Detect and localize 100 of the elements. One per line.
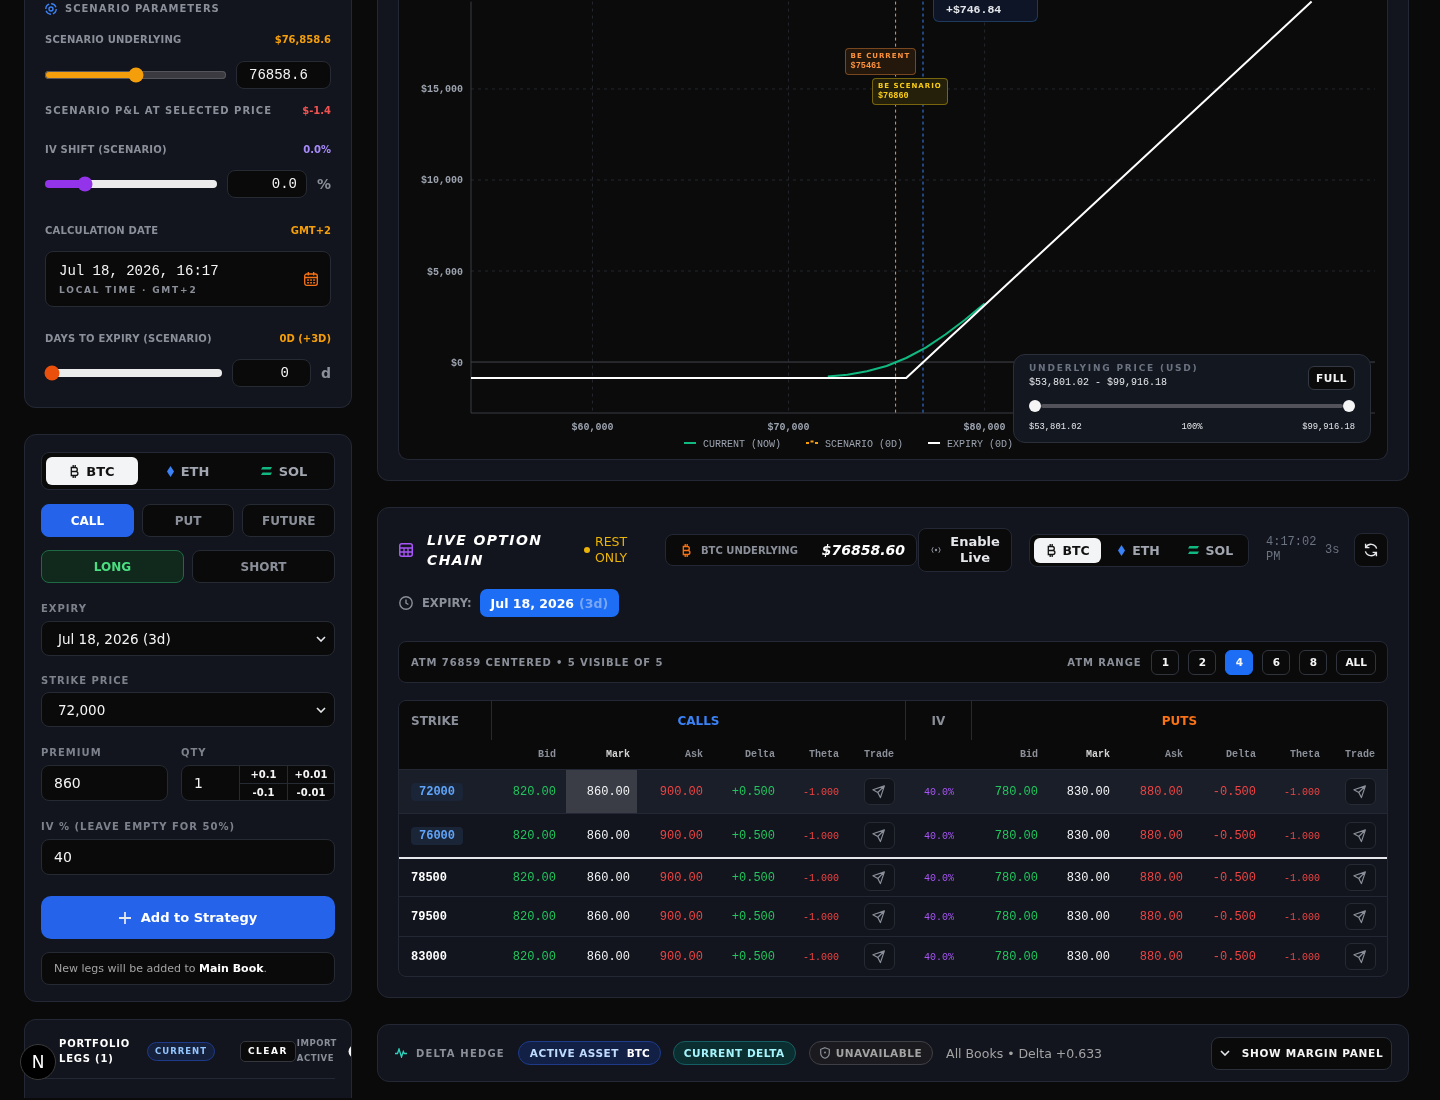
strike-price: 83000 (411, 949, 447, 964)
column-header: Ask (1165, 749, 1183, 760)
status-text: UNAVAILABLE (835, 1047, 923, 1059)
field-label: QTY (181, 747, 208, 759)
bars-icon (260, 467, 272, 475)
side-button[interactable]: SHORT (192, 550, 335, 583)
trade-button[interactable] (1344, 864, 1376, 891)
delta-value: -0.500 (1212, 870, 1256, 885)
atm-range-button[interactable]: 1 (1151, 649, 1180, 675)
strike-select[interactable]: 72,000 (41, 692, 335, 727)
atm-range-button[interactable]: 6 (1262, 649, 1291, 675)
field-value: $76,858.6 (274, 33, 331, 47)
expiry-chip[interactable]: Jul 18, 2026 (3d) (479, 589, 620, 617)
option-type-button[interactable]: PUT (141, 504, 235, 537)
expiry-select[interactable]: Jul 18, 2026 (3d) (41, 621, 335, 656)
date-field[interactable]: Jul 18, 2026, 16:17 LOCAL TIME · GMT+2 (45, 251, 331, 307)
asset-tab[interactable]: SOL (1176, 537, 1244, 563)
slider-thumb[interactable] (44, 365, 60, 381)
delta-value: +0.500 (731, 828, 775, 843)
calendar-icon (304, 272, 318, 286)
side-button[interactable]: LONG (41, 550, 184, 583)
trade-button[interactable] (863, 864, 895, 891)
diamond-icon (1118, 544, 1126, 556)
theta-value: -1.000 (1284, 911, 1320, 923)
full-range-button[interactable]: FULL (1308, 366, 1355, 390)
option-row[interactable]: 78500 820.00 860.00 900.00 +0.500 -1.000 40.0% 780.00 830.00 880.00 -0.500 -1.000 (399, 857, 1387, 896)
option-row[interactable]: 79500 820.00 860.00 900.00 +0.500 -1.000 40.0% 780.00 830.00 880.00 -0.500 -1.000 (399, 896, 1387, 936)
atm-range-button[interactable]: 2 (1188, 649, 1217, 675)
option-row[interactable]: 83000 820.00 860.00 900.00 +0.500 -1.000 40.0% 780.00 830.00 880.00 -0.500 -1.000 (399, 936, 1387, 976)
theta-value: -1.000 (1284, 872, 1320, 884)
show-margin-panel-button[interactable]: SHOW MARGIN PANEL (1211, 1036, 1392, 1070)
table-icon (399, 543, 413, 557)
expiry-label: EXPIRY: (422, 596, 472, 610)
field-value: 0.0% (303, 143, 331, 157)
trade-button[interactable] (863, 822, 895, 849)
ask-price: 900.00 (659, 949, 703, 964)
option-row[interactable]: 72000 820.00 860.00 900.00 +0.500 -1.000 40.0% 780.00 830.00 880.00 -0.500 -1.000 (399, 769, 1387, 813)
step-button[interactable]: -0.01 (287, 783, 334, 800)
column-header: Mark (1086, 749, 1110, 760)
step-button[interactable]: +0.01 (287, 766, 334, 783)
iv-input[interactable]: 40 (41, 839, 335, 875)
trade-button[interactable] (1344, 943, 1376, 970)
selected-cell[interactable]: 860.00 (566, 769, 637, 813)
field-label: IV SHIFT (SCENARIO) (45, 143, 167, 157)
delta-value: -0.500 (1212, 828, 1256, 843)
iv-value: 40.0% (924, 786, 954, 798)
atm-range-button[interactable]: ALL (1336, 649, 1376, 675)
delta-value: -0.500 (1212, 784, 1256, 799)
number-input[interactable]: 76858.6 (236, 61, 331, 89)
broadcast-icon (931, 546, 941, 554)
field-label: PREMIUM (41, 747, 103, 759)
slider-thumb[interactable] (77, 176, 93, 192)
ask-price: 900.00 (659, 828, 703, 843)
number-input[interactable]: 0 (232, 359, 311, 387)
atm-range-button[interactable]: 4 (1225, 649, 1254, 675)
option-type-button[interactable]: FUTURE (242, 504, 335, 537)
column-header: Trade (1345, 749, 1375, 760)
trade-button[interactable] (863, 943, 895, 970)
delta-value: +0.500 (731, 909, 775, 924)
shield-icon (819, 1047, 830, 1059)
theta-value: -1.000 (803, 786, 839, 798)
option-row[interactable]: 76000 820.00 860.00 900.00 +0.500 -1.000 40.0% 780.00 830.00 880.00 -0.500 -1.000 (399, 813, 1387, 857)
trade-button[interactable] (863, 778, 895, 805)
asset-tab[interactable]: ETH (1105, 537, 1173, 563)
slider-thumb[interactable] (128, 67, 143, 83)
refresh-button[interactable] (1354, 533, 1388, 567)
bid-price: 820.00 (512, 870, 556, 885)
column-header: Theta (1290, 749, 1320, 760)
field-value: 0D (+3D) (279, 332, 331, 346)
premium-input[interactable]: 860 (41, 765, 168, 801)
enable-live-button[interactable]: Enable Live (918, 528, 1012, 572)
delta-value: +0.500 (731, 870, 775, 885)
mark-price: 860.00 (586, 828, 630, 843)
bid-price: 820.00 (512, 909, 556, 924)
y-axis-label: $0 (451, 357, 463, 369)
atm-range-button[interactable]: 8 (1299, 649, 1328, 675)
mark-price: 860.00 (586, 949, 630, 964)
range-handle[interactable] (1343, 400, 1355, 412)
mark-price: 830.00 (1066, 909, 1110, 924)
trade-button[interactable] (1344, 903, 1376, 930)
number-input[interactable]: 0.0 (227, 170, 307, 198)
asset-tab[interactable]: ETH (142, 457, 234, 485)
strike-tag: 76000 (411, 826, 463, 845)
asset-tab[interactable]: BTC (1034, 537, 1102, 563)
theta-value: -1.000 (1284, 786, 1320, 798)
add-to-strategy-button[interactable]: Add to Strategy (41, 896, 335, 939)
asset-tab[interactable]: SOL (238, 457, 330, 485)
send-icon (1353, 870, 1367, 885)
chevron-down-icon (316, 635, 326, 642)
theta-value: -1.000 (803, 830, 839, 842)
range-handle[interactable] (1029, 400, 1041, 412)
asset-tab[interactable]: BTC (46, 457, 138, 485)
range-slider-track[interactable] (1041, 404, 1343, 408)
trade-button[interactable] (1344, 822, 1376, 849)
clear-button[interactable]: CLEAR (239, 1040, 296, 1062)
mark-price: 830.00 (1066, 828, 1110, 843)
trade-button[interactable] (863, 903, 895, 930)
trade-button[interactable] (1344, 778, 1376, 805)
mark-price: 860.00 (586, 870, 630, 885)
option-type-button[interactable]: CALL (41, 504, 134, 537)
